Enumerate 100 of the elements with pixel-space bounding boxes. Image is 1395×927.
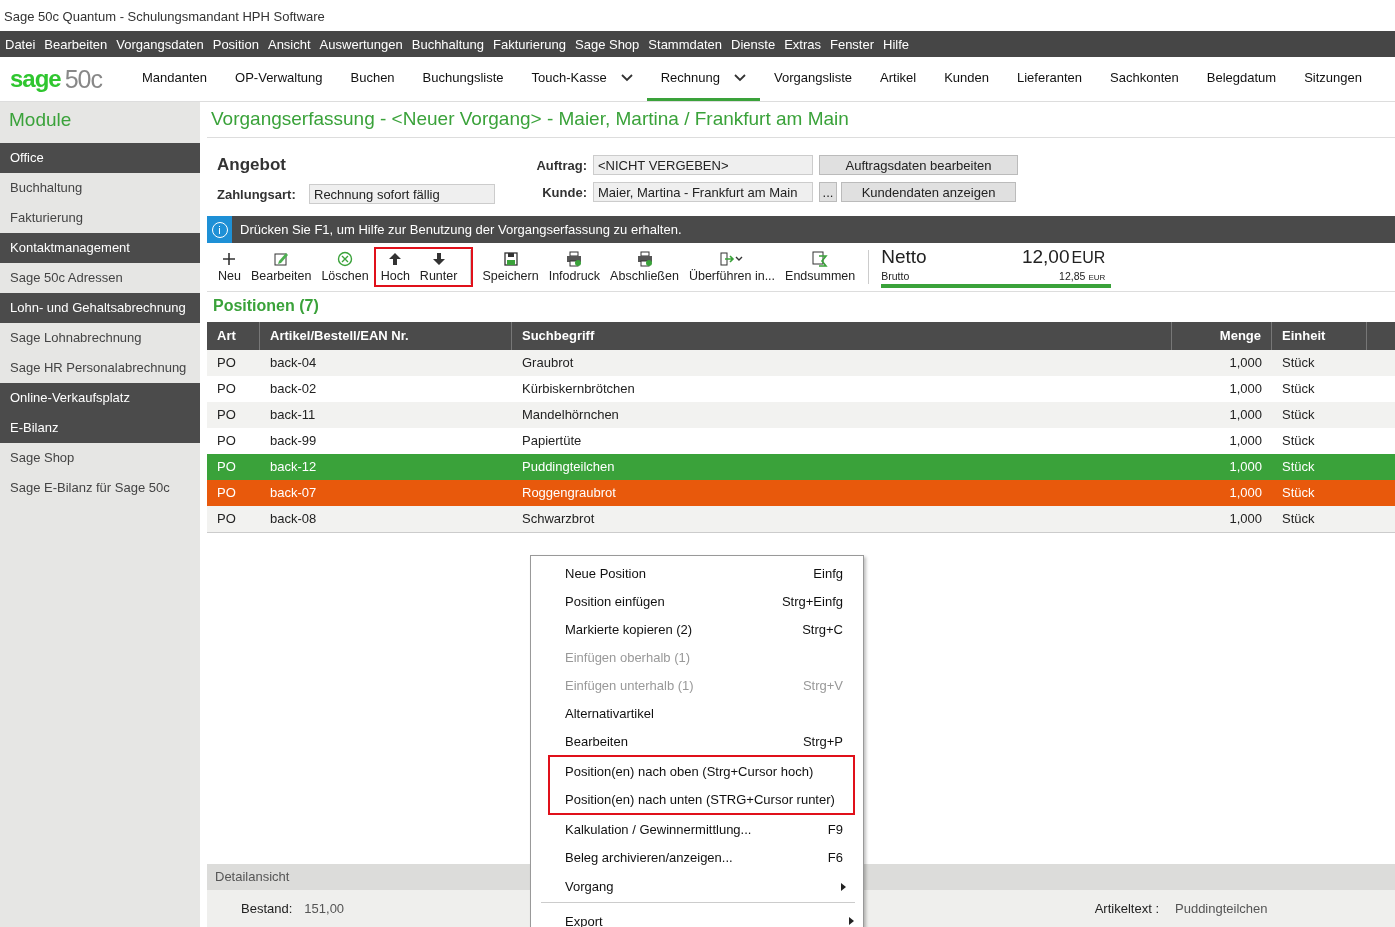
table-cell-text: Stück — [1281, 484, 1316, 502]
menu-item[interactable]: Position einfügen Strg+Einfg — [531, 587, 863, 615]
menu-item[interactable]: Fenster — [825, 36, 879, 52]
nav-tab[interactable]: Rechnung — [646, 57, 760, 101]
menu-item[interactable]: Markierte kopieren (2) Strg+C — [531, 615, 863, 643]
menu-item[interactable]: Neue Position Einfg — [531, 559, 863, 587]
show-customer-button[interactable]: Kundendaten anzeigen — [841, 182, 1016, 202]
more-button[interactable]: ... — [819, 182, 837, 202]
nav-tab[interactable]: Artikel — [866, 57, 931, 101]
input-field[interactable]: <NICHT VERGEBEN> — [593, 155, 813, 175]
nav-tab[interactable]: Kunden — [930, 57, 1003, 101]
chevron-down-icon — [620, 73, 633, 82]
nav-tab[interactable]: Buchen — [336, 57, 409, 101]
page-title: Vorgangserfassung - <Neuer Vorgang> - Maier, Martina / Frankfurt am Main — [207, 102, 1395, 138]
table-cell-text: PO — [216, 510, 237, 528]
sidebar-group[interactable]: Online-Verkaufsplatz — [0, 383, 200, 413]
logo: sage 50c — [9, 63, 103, 95]
edit-order-button[interactable]: Auftragsdaten bearbeiten — [819, 155, 1018, 175]
field-value: 151,00 — [304, 901, 345, 916]
section-title: Positionen (7) — [212, 296, 320, 316]
table-cell-text: 1,000 — [1228, 510, 1263, 528]
sidebar-item[interactable]: Sage Lohnabrechnung — [0, 323, 200, 353]
plus-icon — [221, 251, 238, 267]
toolbar-button[interactable]: Löschen — [316, 247, 374, 287]
table-cell-text: PO — [216, 432, 237, 450]
sidebar-group[interactable]: E-Bilanz — [0, 413, 200, 443]
table-cell-text: back-08 — [269, 510, 318, 528]
sidebar-item[interactable]: Sage E-Bilanz für Sage 50c — [0, 473, 200, 503]
table-cell-text: Papiertüte — [521, 432, 583, 450]
table-cell-text: 1,000 — [1228, 380, 1263, 398]
table-cell-text: Stück — [1281, 510, 1316, 528]
table-cell-text: back-12 — [269, 458, 318, 476]
toolbar-button[interactable]: Neu — [213, 247, 246, 287]
table-cell-text: Puddingteilchen — [521, 458, 616, 476]
table-cell-text: 1,000 — [1228, 432, 1263, 450]
menu-item[interactable]: Ansicht — [263, 36, 315, 52]
sidebar-item[interactable]: Sage Shop — [0, 443, 200, 473]
menu-item[interactable]: Auswertungen — [315, 36, 407, 52]
menu-item[interactable]: Vorgangsdaten — [112, 36, 208, 52]
nav-tab[interactable]: OP-Verwaltung — [221, 57, 337, 101]
field-label: Bestand: — [241, 901, 293, 916]
table-cell-text: Stück — [1281, 354, 1316, 372]
net-amount: 12,00 — [1021, 246, 1070, 267]
toolbar-button[interactable]: Infodruck — [543, 247, 606, 287]
sidebar-item[interactable]: Sage HR Personalabrechnung — [0, 353, 200, 383]
input-field[interactable]: Maier, Martina - Frankfurt am Main — [593, 182, 813, 202]
currency-label: EUR — [1071, 249, 1106, 266]
menu-item[interactable]: Sage Shop — [571, 36, 644, 52]
printer-icon — [636, 251, 653, 267]
table-cell-text: Graubrot — [521, 354, 575, 372]
chevron-down-icon — [734, 73, 746, 82]
menu-item[interactable]: Bearbeiten Strg+P — [531, 727, 863, 755]
table-cell-text: PO — [216, 380, 237, 398]
menu-item[interactable]: Stammdaten — [644, 36, 727, 52]
table-cell-text: back-04 — [269, 354, 318, 372]
sidebar-item[interactable]: Sage 50c Adressen — [0, 263, 200, 293]
close-circle-icon — [337, 251, 354, 267]
sidebar-item[interactable]: Buchhaltung — [0, 173, 200, 203]
menu-item[interactable]: Hilfe — [879, 36, 914, 52]
nav-tab[interactable]: Mandanten — [128, 57, 222, 101]
field-value: Puddingteilchen — [1175, 901, 1269, 916]
toolbar-button[interactable]: Speichern — [477, 247, 544, 287]
menu-item[interactable]: Position — [208, 36, 263, 52]
nav-tab[interactable]: Belegdatum — [1192, 57, 1291, 101]
menu-item[interactable]: Position(en) nach oben (Strg+Cursor hoch) — [548, 755, 855, 785]
field-label: Kunde: — [541, 184, 587, 200]
toolbar-button[interactable]: Runter — [414, 247, 474, 287]
menu-item[interactable]: Extras — [780, 36, 825, 52]
table-cell-text: 1,000 — [1228, 458, 1263, 476]
table-cell-text: PO — [216, 354, 237, 372]
nav-tab[interactable]: Sitzungen — [1290, 57, 1376, 101]
sidebar-group[interactable]: Kontaktmanagement — [0, 233, 200, 263]
sidebar-group[interactable]: Lohn- und Gehaltsabrechnung — [0, 293, 200, 323]
menu-item[interactable]: Dienste — [727, 36, 780, 52]
menu-item[interactable]: Kalkulation / Gewinnermittlung... F9 — [531, 815, 863, 843]
input-field[interactable]: Rechnung sofort fällig — [309, 184, 495, 204]
nav-tab[interactable]: Lieferanten — [1003, 57, 1097, 101]
sidebar-group[interactable]: Office — [0, 143, 200, 173]
table-cell-text: back-07 — [269, 484, 318, 502]
table-cell-text: PO — [216, 406, 237, 424]
nav-tab[interactable]: Vorgangsliste — [760, 57, 867, 101]
submenu-arrow-icon — [841, 882, 846, 891]
table-cell-text: Schwarzbrot — [521, 510, 596, 528]
field-label: Zahlungsart: — [217, 186, 297, 202]
toolbar-button[interactable]: Bearbeiten — [245, 247, 317, 287]
menu-item[interactable]: Position(en) nach unten (STRG+Cursor runter) — [548, 785, 855, 815]
nav-tab[interactable]: Sachkonten — [1096, 57, 1193, 101]
nav-tab[interactable]: Touch-Kasse — [517, 57, 647, 101]
menu-item[interactable]: Alternativartikel — [531, 699, 863, 727]
menu-item[interactable]: Bearbeiten — [40, 36, 112, 52]
info-text: Drücken Sie F1, um Hilfe zur Benutzung der Vorgangserfassung zu erhalten. — [240, 222, 682, 237]
menu-item[interactable]: Buchhaltung — [407, 36, 488, 52]
table-cell-text: 1,000 — [1228, 484, 1263, 502]
table-cell-text: Stück — [1281, 406, 1316, 424]
sidebar-item[interactable]: Fakturierung — [0, 203, 200, 233]
toolbar-button[interactable]: Abschließen — [605, 247, 684, 287]
nav-tab[interactable]: Buchungsliste — [408, 57, 518, 101]
menu-item[interactable]: Fakturierung — [489, 36, 570, 52]
menu-item[interactable]: Datei — [1, 36, 40, 52]
toolbar-button[interactable]: Überführen in... — [683, 247, 781, 287]
